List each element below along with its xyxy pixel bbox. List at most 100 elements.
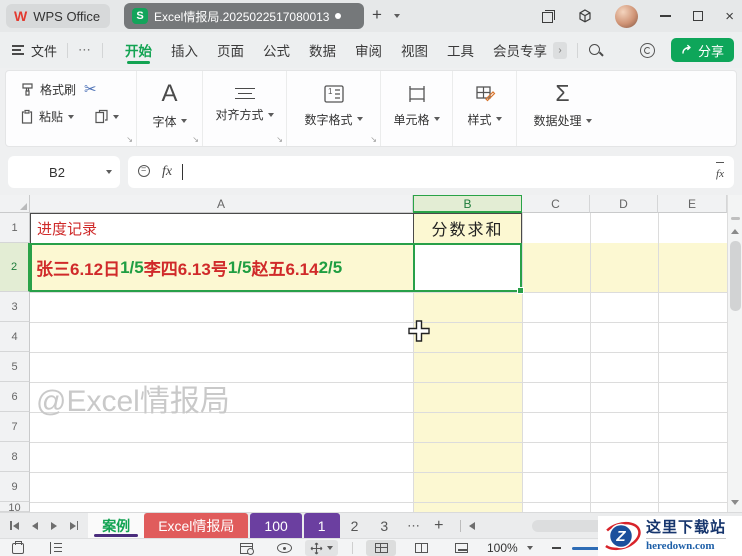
pan-mode-button[interactable] xyxy=(305,540,338,556)
share-button[interactable]: 分享 xyxy=(670,38,734,62)
cell-b2-active[interactable] xyxy=(413,243,522,292)
tab-review[interactable]: 审阅 xyxy=(355,34,382,66)
zoom-out-button[interactable] xyxy=(552,547,561,549)
add-sheet-button[interactable]: + xyxy=(434,513,443,538)
page-break-view-button[interactable] xyxy=(446,540,476,556)
font-group[interactable]: A 字体 ↘ xyxy=(136,71,202,146)
cell-a1[interactable]: 进度记录 xyxy=(37,213,407,243)
minimize-button[interactable] xyxy=(660,15,672,17)
menu-file[interactable]: 文件 xyxy=(31,41,57,60)
eye-icon[interactable] xyxy=(277,543,292,553)
sheet-tab-excel-intel[interactable]: Excel情报局 xyxy=(144,513,249,538)
scroll-left-icon[interactable] xyxy=(468,521,475,530)
zoom-dropdown-chevron[interactable] xyxy=(527,546,533,550)
vertical-scroll-thumb[interactable] xyxy=(730,241,741,311)
column-header-a[interactable]: A xyxy=(30,195,413,213)
tab-insert[interactable]: 插入 xyxy=(171,34,198,66)
tab-view[interactable]: 视图 xyxy=(401,34,428,66)
hamburger-icon[interactable] xyxy=(12,45,24,55)
alignment-group[interactable]: 对齐方式 ↘ xyxy=(202,71,286,146)
fill-handle[interactable] xyxy=(517,287,524,294)
record-macro-icon[interactable] xyxy=(12,540,24,554)
workspace-cube-icon[interactable] xyxy=(577,8,593,24)
formula-input[interactable]: fx fx xyxy=(128,156,734,188)
table-settings-icon[interactable] xyxy=(240,542,254,555)
tab-formulas[interactable]: 公式 xyxy=(263,34,290,66)
dialog-launcher-icon[interactable]: ↘ xyxy=(126,135,133,144)
tab-member[interactable]: 会员专享 xyxy=(493,34,547,66)
dialog-launcher-icon[interactable]: ↘ xyxy=(192,135,199,144)
divider xyxy=(352,542,353,554)
split-handle[interactable] xyxy=(459,519,461,532)
row-header-3[interactable]: 3 xyxy=(0,292,30,322)
sheet-tab-case[interactable]: 案例 xyxy=(88,513,145,538)
first-sheet-button[interactable] xyxy=(10,521,19,530)
row-header-7[interactable]: 7 xyxy=(0,412,30,442)
dialog-launcher-icon[interactable]: ↘ xyxy=(276,135,283,144)
tab-list-chevron-icon[interactable] xyxy=(394,14,400,18)
sheet-tab-1[interactable]: 1 xyxy=(303,513,340,538)
document-tab[interactable]: S Excel情报局.2025022517080013 xyxy=(124,3,364,29)
sheet-tab-2[interactable]: 2 xyxy=(340,513,370,538)
tab-home[interactable]: 开始 xyxy=(125,34,152,66)
cut-scissors-icon[interactable]: ✂ xyxy=(84,82,97,97)
format-painter-button[interactable]: 格式刷 xyxy=(20,81,76,98)
split-handle[interactable] xyxy=(731,217,740,220)
paste-button[interactable]: 粘贴 xyxy=(20,108,75,125)
number-format-group[interactable]: 1 数字格式 ↘ xyxy=(286,71,380,146)
tab-page[interactable]: 页面 xyxy=(217,34,244,66)
sheet-list-button[interactable]: ⋯ xyxy=(407,513,420,538)
maximize-button[interactable] xyxy=(693,11,704,21)
tab-tools[interactable]: 工具 xyxy=(447,34,474,66)
select-all-corner[interactable] xyxy=(0,195,30,213)
menu-overflow-chevron[interactable]: › xyxy=(553,41,568,59)
last-sheet-button[interactable] xyxy=(69,521,79,530)
font-dropdown-chevron xyxy=(180,119,187,123)
row-header-5[interactable]: 5 xyxy=(0,352,30,382)
styles-group[interactable]: 样式 xyxy=(452,71,516,146)
document-outline-icon[interactable] xyxy=(50,542,62,554)
fx-icon[interactable]: fx xyxy=(162,164,172,180)
dialog-launcher-icon[interactable]: ↘ xyxy=(370,135,377,144)
tab-data[interactable]: 数据 xyxy=(309,34,336,66)
copy-button[interactable] xyxy=(94,109,120,124)
next-sheet-button[interactable] xyxy=(50,521,57,530)
row-header-1[interactable]: 1 xyxy=(0,213,30,243)
name-box[interactable]: B2 xyxy=(8,156,120,188)
user-avatar[interactable] xyxy=(615,4,639,28)
styles-dropdown-chevron xyxy=(495,117,502,121)
data-tools-group[interactable]: Σ 数据处理 xyxy=(516,71,608,146)
sheet-tab-100[interactable]: 100 xyxy=(250,513,302,538)
efficiency-ring-icon[interactable] xyxy=(639,42,655,58)
function-pane-icon[interactable]: fx xyxy=(716,162,724,182)
column-header-c[interactable]: C xyxy=(522,195,590,213)
zoom-level[interactable]: 100% xyxy=(487,541,518,555)
previous-sheet-button[interactable] xyxy=(31,521,38,530)
insert-function-icon[interactable] xyxy=(138,164,152,179)
cell-b1[interactable]: 分数求和 xyxy=(413,213,522,243)
more-menu-button[interactable]: ⋯ xyxy=(78,42,92,58)
column-header-e[interactable]: E xyxy=(658,195,727,213)
page-layout-view-button[interactable] xyxy=(406,540,436,556)
column-header-b[interactable]: B xyxy=(413,195,522,213)
wps-home-button[interactable]: W WPS Office xyxy=(6,4,111,28)
copy-icon xyxy=(95,109,108,124)
row-header-8[interactable]: 8 xyxy=(0,442,30,472)
row-header-10[interactable]: 10 xyxy=(0,502,30,512)
sheet-tab-3[interactable]: 3 xyxy=(369,513,399,538)
column-header-d[interactable]: D xyxy=(590,195,658,213)
cells-group[interactable]: 单元格 xyxy=(380,71,452,146)
search-icon[interactable] xyxy=(588,43,603,58)
scroll-up-icon[interactable] xyxy=(731,229,739,234)
row-header-4[interactable]: 4 xyxy=(0,322,30,352)
scroll-down-icon[interactable] xyxy=(731,500,739,505)
row-header-2[interactable]: 2 xyxy=(0,243,30,292)
new-tab-button[interactable]: + xyxy=(372,5,382,25)
window-layout-icon[interactable] xyxy=(542,9,556,23)
close-button[interactable]: × xyxy=(725,9,734,24)
name-box-chevron-icon[interactable] xyxy=(106,170,112,174)
row-header-9[interactable]: 9 xyxy=(0,472,30,502)
vertical-scrollbar[interactable] xyxy=(727,195,742,512)
normal-view-button[interactable] xyxy=(366,540,396,556)
row-header-6[interactable]: 6 xyxy=(0,382,30,412)
